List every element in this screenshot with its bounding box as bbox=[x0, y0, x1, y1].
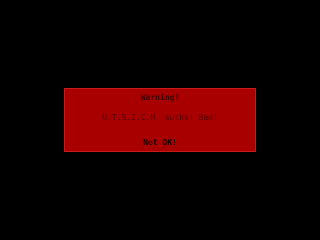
screen: Warning! U.T.S.I.C.H. sucks! Bad! Not OK… bbox=[0, 0, 320, 240]
dialog-message: U.T.S.I.C.H. sucks! Bad! bbox=[102, 113, 218, 122]
dialog-title: Warning! bbox=[140, 93, 180, 102]
warning-dialog: Warning! U.T.S.I.C.H. sucks! Bad! Not OK… bbox=[64, 88, 256, 152]
not-ok-button[interactable]: Not OK! bbox=[65, 139, 255, 147]
